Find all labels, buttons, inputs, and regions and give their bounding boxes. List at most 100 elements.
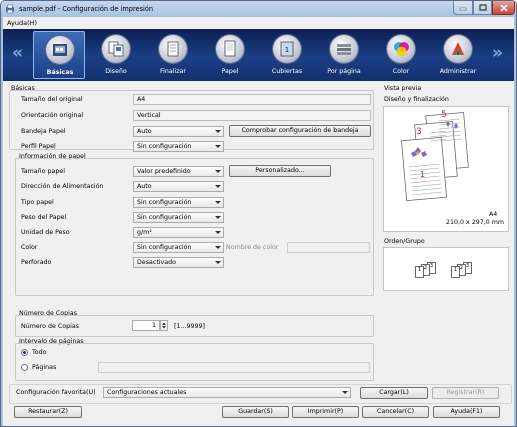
maximize-button[interactable] (473, 1, 492, 15)
weight-unit-value: g/m² (137, 229, 152, 236)
preview-page-number-3: 3 (416, 127, 422, 137)
all-pages-label: Todo (32, 349, 47, 356)
favorites-select[interactable]: Configuraciones actuales (103, 387, 351, 398)
paper-size-label: Tamaño papel (21, 168, 65, 175)
tab-administrar[interactable]: Administrar (432, 31, 484, 79)
tab-papel[interactable]: Papel (204, 31, 256, 79)
order-page: 1 (415, 266, 424, 278)
paper-size-select[interactable]: Valor predefinido (133, 166, 224, 177)
chevron-down-icon (215, 216, 221, 219)
copies-input[interactable]: 1 (132, 320, 160, 331)
minimize-button[interactable] (453, 1, 473, 15)
chevron-down-icon (215, 130, 221, 133)
layout-finishing-label: Diseño y finalización (384, 96, 449, 103)
paper-weight-select[interactable]: Sin configuración (133, 212, 224, 223)
paper-tray-value: Auto (137, 128, 152, 135)
pages-label: Páginas (32, 364, 57, 371)
preview-title: Vista previa (384, 85, 422, 92)
chevron-down-icon (215, 246, 221, 249)
cancel-button[interactable]: Cancelar(C) (362, 406, 429, 418)
color-select[interactable]: Sin configuración (133, 242, 224, 253)
finishing-icon (167, 41, 179, 57)
save-button[interactable]: Guardar(S) (222, 406, 289, 418)
paper-icon (224, 40, 236, 57)
paper-size-value: Valor predefinido (137, 168, 191, 175)
order-stack-right: 3 2 1 (451, 262, 479, 278)
tab-label: Por página (327, 68, 361, 75)
copies-spinner[interactable] (160, 320, 168, 331)
order-stack-left: 3 2 1 (415, 262, 443, 278)
paper-type-label: Tipo papel (21, 199, 54, 206)
tab-cubiertas[interactable]: 1 Cubiertas (261, 31, 313, 79)
color-icon (394, 42, 409, 57)
preview-page-front (401, 136, 447, 202)
order-group-label: Orden/Grupo (384, 238, 425, 245)
menu-help[interactable]: Ayuda(H) (7, 19, 37, 27)
punched-select[interactable]: Desactivado (133, 257, 224, 268)
minimize-icon (459, 7, 467, 10)
favorites-value: Configuraciones actuales (107, 389, 187, 396)
favorites-label: Configuración favorita(U) (16, 389, 96, 396)
bottom-bar: Configuración favorita(U) Configuracione… (3, 384, 514, 426)
tab-color[interactable]: Color (375, 31, 427, 79)
original-orientation-value: Vertical (133, 110, 371, 121)
preview-page-number-5: 5 (441, 110, 447, 120)
tab-basicas[interactable]: Básicas (33, 31, 85, 79)
color-name-label: Nombre de color (226, 244, 279, 251)
print-button[interactable]: Imprimir(P) (292, 406, 359, 418)
punched-value: Desactivado (137, 259, 176, 266)
feed-direction-value: Auto (137, 183, 152, 190)
tab-label: Diseño (105, 68, 127, 75)
feed-direction-select[interactable]: Auto (133, 181, 224, 192)
paper-weight-value: Sin configuración (137, 214, 192, 221)
menu-bar: Ayuda(H) (3, 17, 514, 29)
order-page: 1 (451, 266, 460, 278)
paper-tray-select[interactable]: Auto (133, 126, 224, 137)
chevron-down-icon (215, 145, 221, 148)
paper-type-select[interactable]: Sin configuración (133, 197, 224, 208)
copies-label: Número de Copias (21, 323, 80, 330)
restore-button[interactable]: Restaurar(Z) (14, 406, 82, 418)
register-button[interactable]: Registrar(R) (432, 387, 499, 399)
preview-paper-dims: 210,0 x 297,0 mm (446, 219, 505, 226)
paper-profile-select[interactable]: Sin configuración (133, 141, 224, 152)
print-settings-window: sample.pdf - Configuración de impresión … (0, 0, 517, 427)
layout-preview: 5 3 1 A4 210,0 x 297,0 mm (383, 106, 509, 232)
original-size-label: Tamaño del original (21, 96, 83, 103)
close-button[interactable] (492, 1, 515, 15)
scroll-left-arrow-icon[interactable]: « (12, 43, 23, 63)
tab-por-pagina[interactable]: Por página (318, 31, 370, 79)
tab-label: Cubiertas (271, 68, 303, 75)
pages-radio[interactable] (21, 364, 28, 371)
paper-profile-label: Perfil Papel (21, 143, 56, 150)
paper-type-value: Sin configuración (137, 199, 192, 206)
custom-size-button[interactable]: Personalizado... (229, 165, 331, 177)
tab-label: Papel (221, 68, 239, 75)
weight-unit-select[interactable]: g/m² (133, 227, 224, 238)
chevron-down-icon (215, 185, 221, 188)
flower-icon (416, 151, 420, 155)
scroll-right-arrow-icon[interactable]: » (492, 43, 503, 63)
load-button[interactable]: Cargar(L) (360, 387, 428, 399)
tab-label: Administrar (439, 68, 477, 75)
weight-unit-label: Unidad de Peso (21, 229, 70, 236)
chevron-down-icon (342, 391, 348, 394)
tab-finalizar[interactable]: Finalizar (147, 31, 199, 79)
color-name-input[interactable] (287, 242, 370, 253)
original-size-value: A4 (133, 94, 371, 105)
preview-paper-size: A4 (489, 211, 498, 218)
check-tray-button[interactable]: Comprobar configuración de bandeja (229, 125, 371, 137)
title-bar[interactable]: sample.pdf - Configuración de impresión (1, 1, 516, 17)
maximize-icon (478, 4, 487, 11)
per-page-icon (337, 44, 351, 55)
printer-app-icon (6, 4, 14, 14)
help-button[interactable]: Ayuda(F1) (433, 406, 500, 418)
color-value: Sin configuración (137, 244, 192, 251)
tab-diseno[interactable]: Diseño (90, 31, 142, 79)
all-pages-radio[interactable] (21, 349, 28, 356)
paper-profile-value: Sin configuración (137, 143, 192, 150)
chevron-down-icon (215, 261, 221, 264)
dialog-client: « » Básicas Diseño Finalizar Papel 1 Cub… (3, 29, 514, 426)
paper-weight-label: Peso del Papel (21, 214, 67, 221)
pages-input[interactable] (98, 362, 370, 373)
